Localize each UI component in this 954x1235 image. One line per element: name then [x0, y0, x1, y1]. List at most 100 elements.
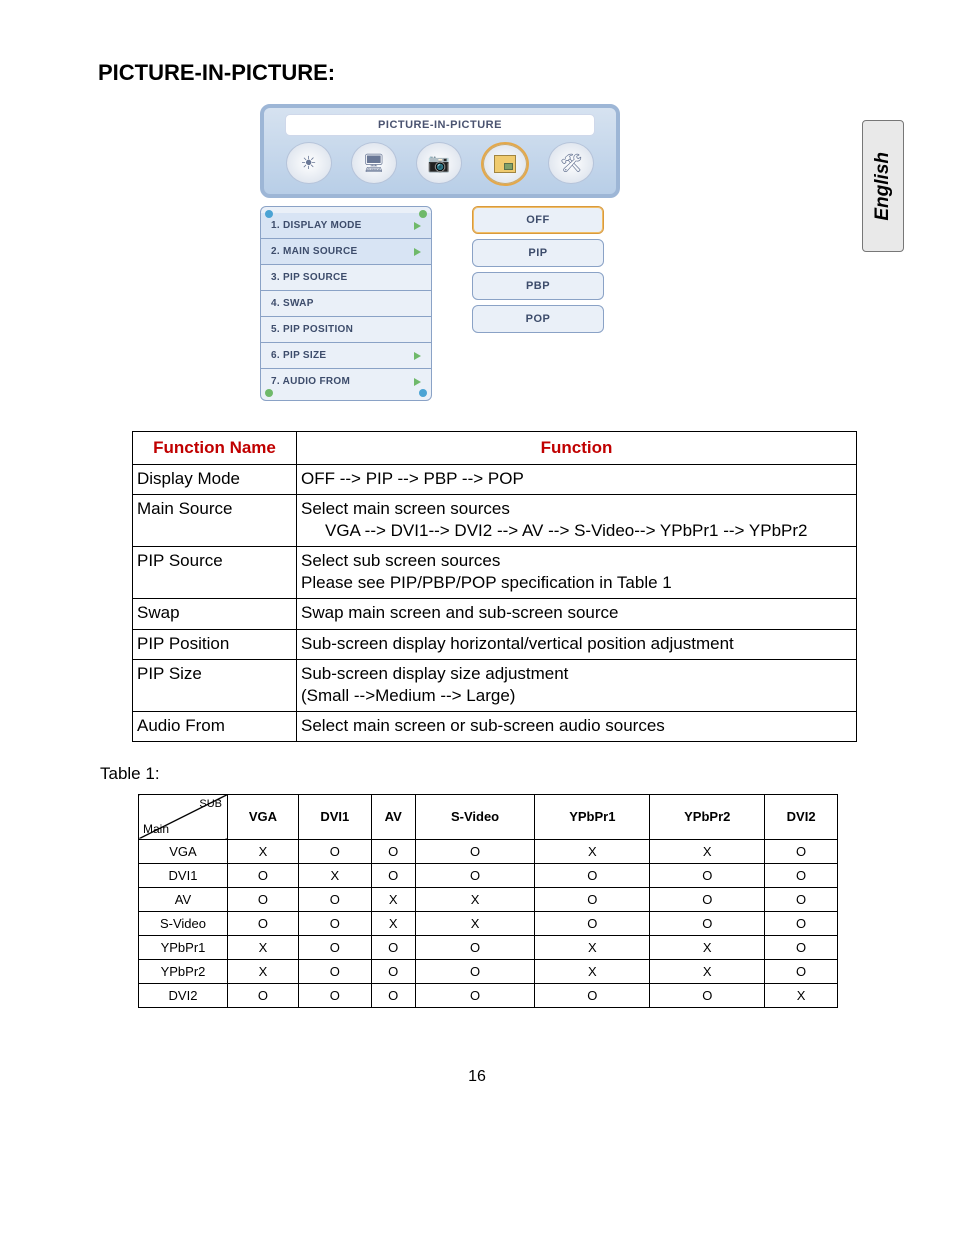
- matrix-cell: O: [371, 839, 415, 863]
- osd-menu-label: 3. PIP SOURCE: [271, 272, 348, 283]
- osd-menu-item-main-source[interactable]: 2. MAIN SOURCE: [261, 239, 431, 265]
- matrix-cell: X: [535, 839, 650, 863]
- matrix-col-header: YPbPr1: [535, 794, 650, 839]
- matrix-cell: O: [765, 887, 838, 911]
- osd-menu-label: 2. MAIN SOURCE: [271, 246, 357, 257]
- matrix-cell: O: [650, 887, 765, 911]
- matrix-cell: X: [371, 887, 415, 911]
- osd-menu-item-swap[interactable]: 4. SWAP: [261, 291, 431, 317]
- osd-menu-label: 4. SWAP: [271, 298, 314, 309]
- osd-menu-label: 5. PIP POSITION: [271, 324, 353, 335]
- matrix-row-header: YPbPr2: [139, 959, 228, 983]
- matrix-cell: O: [298, 935, 371, 959]
- matrix-cell: O: [228, 911, 299, 935]
- osd-menu-item-display-mode[interactable]: 1. DISPLAY MODE: [261, 213, 431, 239]
- matrix-cell: O: [535, 887, 650, 911]
- osd-menu-item-pip-size[interactable]: 6. PIP SIZE: [261, 343, 431, 369]
- matrix-cell: O: [371, 863, 415, 887]
- func-desc-cell: OFF --> PIP --> PBP --> POP: [297, 465, 857, 495]
- matrix-cell: O: [415, 863, 535, 887]
- matrix-row-header: VGA: [139, 839, 228, 863]
- matrix-cell: X: [650, 935, 765, 959]
- matrix-cell: O: [650, 911, 765, 935]
- matrix-row-header: DVI2: [139, 983, 228, 1007]
- func-name-cell: PIP Position: [133, 629, 297, 659]
- matrix-cell: O: [535, 911, 650, 935]
- page-number: 16: [50, 1068, 904, 1086]
- matrix-cell: X: [415, 911, 535, 935]
- osd-title: PICTURE-IN-PICTURE: [285, 114, 595, 136]
- matrix-row-header: YPbPr1: [139, 935, 228, 959]
- matrix-cell: O: [650, 863, 765, 887]
- matrix-cell: O: [765, 935, 838, 959]
- osd-menu-item-audio-from[interactable]: 7. AUDIO FROM: [261, 369, 431, 394]
- func-desc-cell: Select sub screen sourcesPlease see PIP/…: [297, 547, 857, 599]
- osd-sub-off[interactable]: OFF: [472, 206, 604, 234]
- func-name-cell: PIP Size: [133, 659, 297, 711]
- matrix-cell: O: [228, 887, 299, 911]
- func-desc-cell: Sub-screen display horizontal/vertical p…: [297, 629, 857, 659]
- func-desc-cell: Select main screen or sub-screen audio s…: [297, 711, 857, 741]
- arrow-icon: [414, 222, 421, 230]
- matrix-cell: O: [298, 839, 371, 863]
- matrix-cell: O: [415, 959, 535, 983]
- matrix-cell: O: [415, 935, 535, 959]
- matrix-cell: X: [228, 839, 299, 863]
- matrix-col-header: S-Video: [415, 794, 535, 839]
- matrix-cell: O: [765, 839, 838, 863]
- matrix-row-header: DVI1: [139, 863, 228, 887]
- matrix-cell: X: [228, 935, 299, 959]
- osd-tab-icons: ☀ 🖥 📷 🛠: [270, 142, 610, 186]
- osd-submenu: OFF PIP PBP POP: [472, 206, 604, 401]
- arrow-icon: [414, 378, 421, 386]
- matrix-cell: X: [650, 959, 765, 983]
- osd-menu-label: 6. PIP SIZE: [271, 350, 326, 361]
- language-tab-label: English: [872, 152, 894, 221]
- matrix-cell: X: [228, 959, 299, 983]
- matrix-cell: O: [298, 983, 371, 1007]
- matrix-cell: O: [535, 983, 650, 1007]
- osd-sub-pop[interactable]: POP: [472, 305, 604, 333]
- matrix-cell: O: [298, 911, 371, 935]
- matrix-cell: O: [765, 863, 838, 887]
- matrix-cell: O: [765, 959, 838, 983]
- matrix-cell: X: [415, 887, 535, 911]
- pip-icon[interactable]: [481, 142, 529, 186]
- osd-menu-label: 1. DISPLAY MODE: [271, 220, 362, 231]
- compat-matrix: SUBMainVGADVI1AVS-VideoYPbPr1YPbPr2DVI2 …: [138, 794, 838, 1008]
- matrix-cell: O: [415, 839, 535, 863]
- arrow-icon: [414, 248, 421, 256]
- matrix-cell: O: [298, 887, 371, 911]
- osd-menu-item-pip-position[interactable]: 5. PIP POSITION: [261, 317, 431, 343]
- osd-sub-pip[interactable]: PIP: [472, 239, 604, 267]
- func-desc-cell: Swap main screen and sub-screen source: [297, 599, 857, 629]
- matrix-cell: O: [371, 959, 415, 983]
- matrix-col-header: AV: [371, 794, 415, 839]
- page-heading: PICTURE-IN-PICTURE:: [98, 60, 904, 86]
- matrix-cell: O: [415, 983, 535, 1007]
- osd-top-bar: PICTURE-IN-PICTURE ☀ 🖥 📷 🛠: [260, 104, 620, 198]
- matrix-cell: O: [298, 959, 371, 983]
- matrix-cell: X: [535, 959, 650, 983]
- osd-menu: 1. DISPLAY MODE 2. MAIN SOURCE 3. PIP SO…: [260, 206, 432, 401]
- tools-icon[interactable]: 🛠: [548, 142, 594, 184]
- matrix-cell: O: [228, 983, 299, 1007]
- func-name-cell: Swap: [133, 599, 297, 629]
- osd-menu-item-pip-source[interactable]: 3. PIP SOURCE: [261, 265, 431, 291]
- func-desc-cell: Sub-screen display size adjustment(Small…: [297, 659, 857, 711]
- matrix-cell: O: [650, 983, 765, 1007]
- matrix-cell: O: [535, 863, 650, 887]
- camera-icon[interactable]: 📷: [416, 142, 462, 184]
- osd-menu-label: 7. AUDIO FROM: [271, 376, 350, 387]
- func-name-cell: Main Source: [133, 495, 297, 547]
- func-name-cell: Display Mode: [133, 465, 297, 495]
- brightness-icon[interactable]: ☀: [286, 142, 332, 184]
- matrix-cell: X: [535, 935, 650, 959]
- osd-sub-pbp[interactable]: PBP: [472, 272, 604, 300]
- matrix-col-header: DVI1: [298, 794, 371, 839]
- matrix-cell: X: [765, 983, 838, 1007]
- matrix-col-header: YPbPr2: [650, 794, 765, 839]
- matrix-cell: O: [371, 935, 415, 959]
- matrix-cell: X: [371, 911, 415, 935]
- pc-icon[interactable]: 🖥: [351, 142, 397, 184]
